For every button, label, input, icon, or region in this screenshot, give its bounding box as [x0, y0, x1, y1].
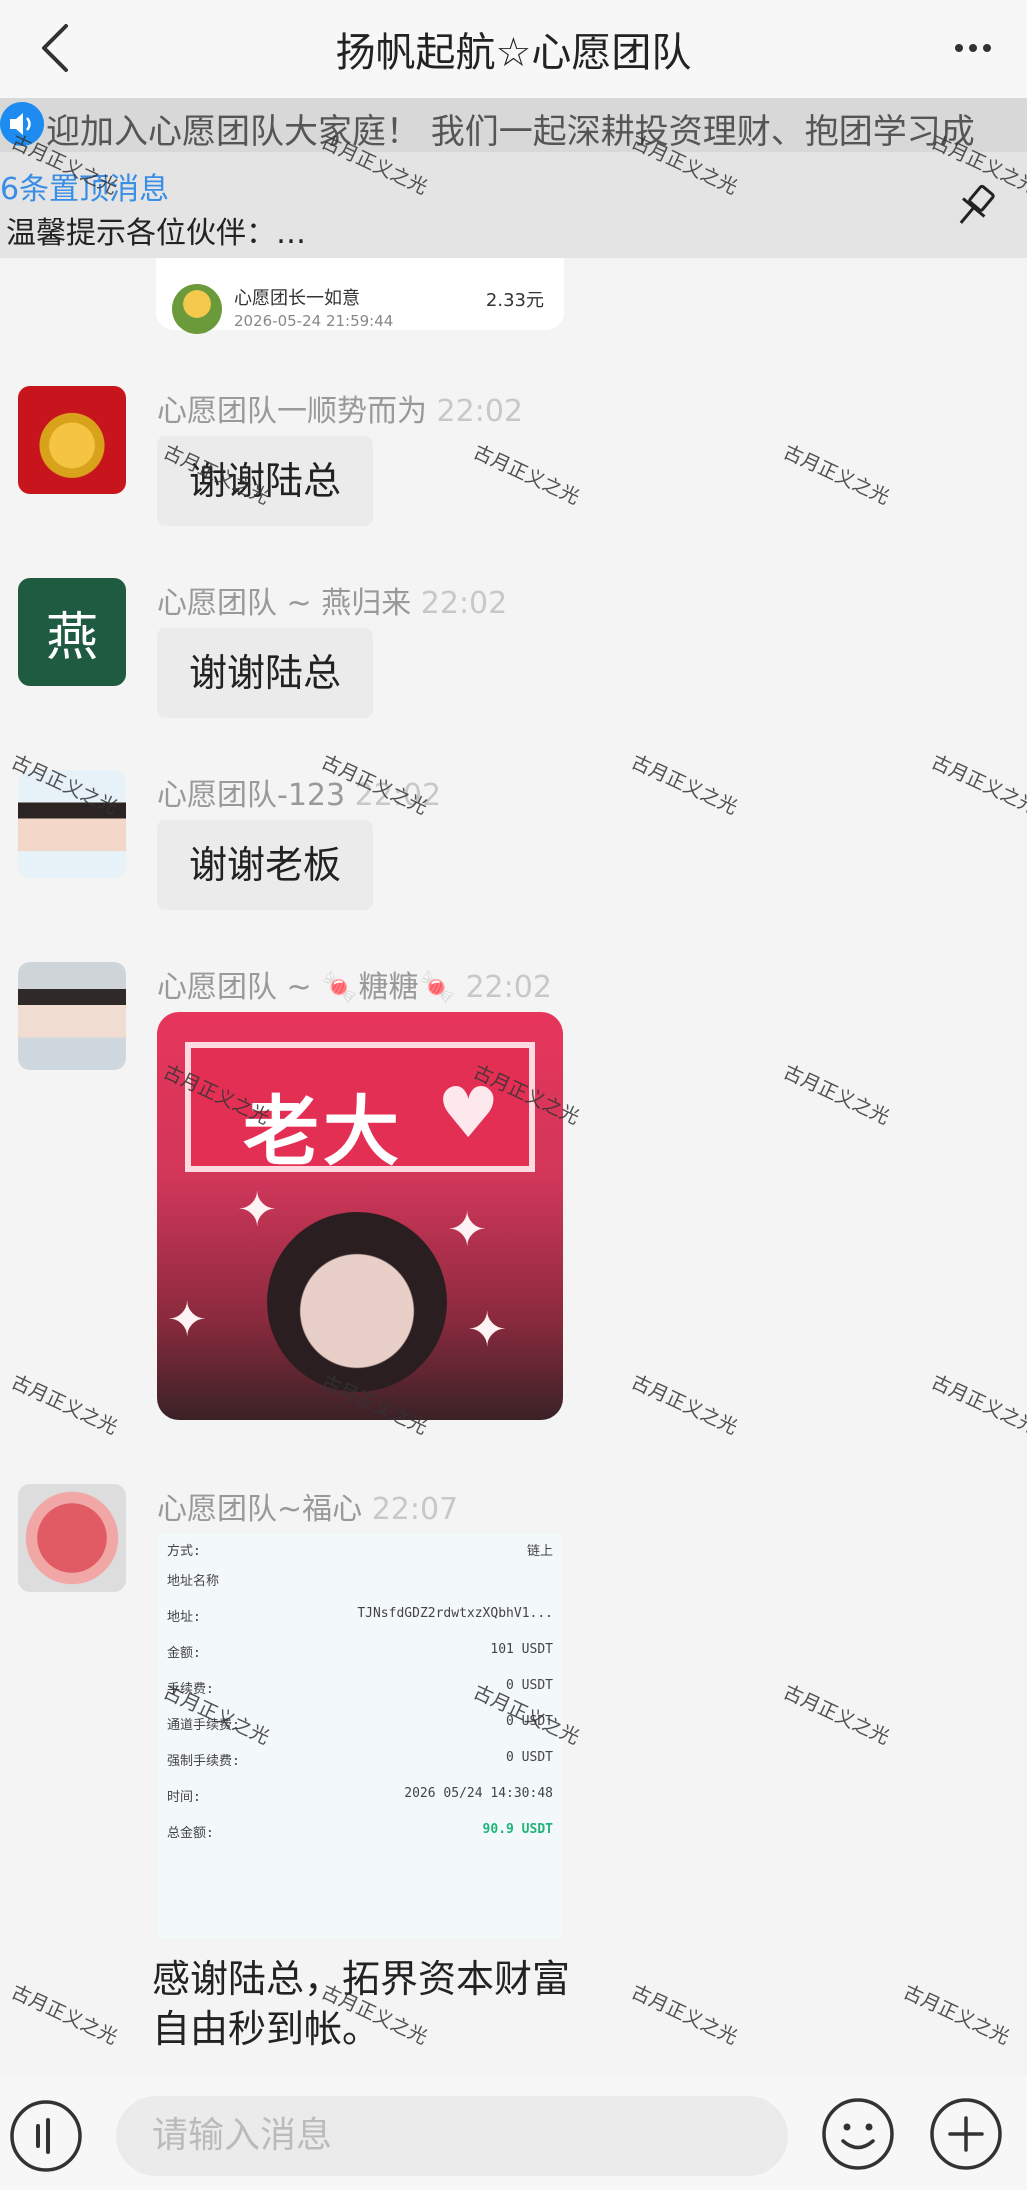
- avatar: [172, 284, 222, 334]
- announcement-marquee[interactable]: 迎加入心愿团队大家庭！ 我们一起深耕投资理财、抱团学习成: [0, 98, 1027, 152]
- chat-header: 扬帆起航☆心愿团队: [0, 0, 1027, 98]
- message-bubble[interactable]: 谢谢陆总: [157, 436, 374, 526]
- pinned-preview: 温馨提示各位伙伴：…: [6, 216, 306, 251]
- more-dots-icon[interactable]: [943, 18, 1003, 78]
- message-time: 22:07: [371, 1492, 459, 1527]
- message-time: 22:02: [465, 970, 552, 1005]
- sender-name: 心愿团队 ~ 燕归来: [157, 586, 412, 621]
- avatar-char: 燕: [45, 607, 98, 668]
- emoji-icon[interactable]: [820, 2096, 896, 2172]
- sender-name: 心愿团队一顺势而为: [157, 394, 427, 429]
- sticker-face: [267, 1212, 447, 1392]
- sender-line: 心愿团队 ~ 🍬糖糖🍬 22:02: [157, 962, 552, 1006]
- pin-icon[interactable]: [949, 180, 1001, 232]
- sender-line: 心愿团队~福心 22:07: [157, 1484, 458, 1528]
- receipt-image[interactable]: 方式: 链上 地址名称 地址: TJNsfdGDZ2rdwtxzXQbhV1... …: [157, 1534, 563, 1938]
- sticker-image[interactable]: 老大 ♥ ✦ ✦ ✦ ✦: [157, 1012, 563, 1420]
- red-packet-record[interactable]: 心愿团长一如意 2026-05-24 21:59:44 2.33元: [156, 258, 564, 334]
- red-packet-name: 心愿团长一如意: [234, 288, 360, 309]
- sticker-text: 老大: [243, 1087, 403, 1176]
- chevron-left-icon[interactable]: [28, 18, 88, 78]
- sender-name: 心愿团队-123: [157, 778, 346, 813]
- message-caption[interactable]: 感谢陆总，拓界资本财富自由秒到帐。: [152, 1954, 582, 2054]
- sender-name: 心愿团队 ~ 🍬糖糖🍬: [157, 970, 456, 1005]
- sparkle-icon: ✦: [237, 1182, 278, 1238]
- avatar[interactable]: [18, 1484, 126, 1592]
- avatar[interactable]: [18, 386, 126, 494]
- pinned-messages-bar[interactable]: 6条置顶消息 温馨提示各位伙伴：…: [0, 152, 1027, 258]
- sender-line: 心愿团队-123 22:02: [157, 770, 441, 814]
- speaker-icon: [0, 102, 44, 146]
- plus-icon[interactable]: [928, 2096, 1004, 2172]
- input-bar: 请输入消息: [0, 2076, 1027, 2190]
- sender-line: 心愿团队 ~ 燕归来 22:02: [157, 578, 507, 622]
- avatar[interactable]: [18, 770, 126, 878]
- message-bubble[interactable]: 谢谢陆总: [157, 628, 374, 718]
- message-time: 22:02: [420, 586, 508, 621]
- pinned-count[interactable]: 6条置顶消息: [0, 164, 169, 208]
- message-bubble[interactable]: 谢谢老板: [157, 820, 374, 910]
- red-packet-amount: 2.33元: [485, 290, 544, 311]
- sparkle-icon: ✦: [167, 1292, 208, 1348]
- chat-title: 扬帆起航☆心愿团队: [335, 30, 692, 76]
- chat-message-list[interactable]: 心愿团长一如意 2026-05-24 21:59:44 2.33元 心愿团队一顺…: [0, 258, 1027, 2076]
- avatar[interactable]: 燕: [18, 578, 126, 686]
- heart-icon: ♥: [437, 1072, 500, 1154]
- marquee-text: 迎加入心愿团队大家庭！ 我们一起深耕投资理财、抱团学习成: [46, 112, 975, 152]
- sender-line: 心愿团队一顺势而为 22:02: [157, 386, 523, 430]
- message-input[interactable]: 请输入消息: [116, 2096, 788, 2176]
- red-packet-time: 2026-05-24 21:59:44: [234, 312, 394, 330]
- message-time: 22:02: [354, 778, 442, 813]
- sparkle-icon: ✦: [447, 1202, 488, 1258]
- sparkle-icon: ✦: [467, 1302, 508, 1358]
- sender-name: 心愿团队~福心: [157, 1492, 363, 1527]
- message-time: 22:02: [436, 394, 524, 429]
- voice-icon[interactable]: [8, 2098, 84, 2174]
- avatar[interactable]: [18, 962, 126, 1070]
